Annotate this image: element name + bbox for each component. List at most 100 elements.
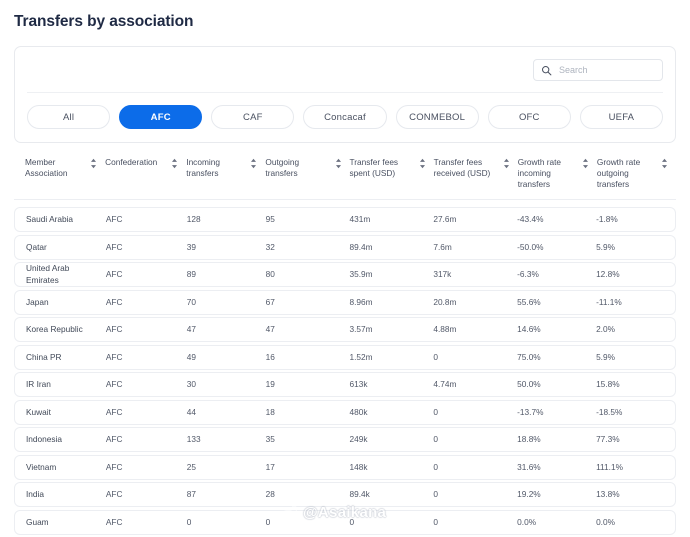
column-header-label: Transfer fees spent (USD) bbox=[350, 157, 415, 179]
table-cell: 19.2% bbox=[517, 489, 596, 500]
table-cell: 67 bbox=[266, 297, 350, 308]
table-cell: 5.9% bbox=[596, 242, 675, 253]
column-header-2[interactable]: Incoming transfers bbox=[186, 157, 265, 179]
table-cell: 89.4k bbox=[350, 489, 434, 500]
table-cell: 0 bbox=[187, 517, 266, 528]
table-cell: 2.0% bbox=[596, 324, 675, 335]
table-row[interactable]: QatarAFC393289.4m7.6m-50.0%5.9% bbox=[14, 235, 676, 260]
tab-caf[interactable]: CAF bbox=[211, 105, 294, 129]
table-row[interactable]: IR IranAFC3019613k4.74m50.0%15.8% bbox=[14, 372, 676, 397]
table-cell: AFC bbox=[106, 352, 187, 363]
table-cell: 75.0% bbox=[517, 352, 596, 363]
search-icon bbox=[541, 65, 552, 76]
table-cell: -6.3% bbox=[517, 269, 596, 280]
table-row[interactable]: GuamAFC00000.0%0.0% bbox=[14, 510, 676, 535]
sort-toggle-icon[interactable] bbox=[661, 158, 668, 169]
column-header-6[interactable]: Growth rate incoming transfers bbox=[518, 157, 597, 190]
table-cell: 27.6m bbox=[433, 214, 517, 225]
column-header-7[interactable]: Growth rate outgoing transfers bbox=[597, 157, 676, 190]
table-cell: -1.8% bbox=[596, 214, 675, 225]
sort-toggle-icon[interactable] bbox=[250, 158, 257, 169]
tab-all[interactable]: All bbox=[27, 105, 110, 129]
column-header-label: Member Association bbox=[25, 157, 86, 179]
table-cell: 50.0% bbox=[517, 379, 596, 390]
table-cell: AFC bbox=[106, 517, 187, 528]
table-cell: 7.6m bbox=[433, 242, 517, 253]
column-header-label: Outgoing transfers bbox=[265, 157, 330, 179]
column-header-label: Incoming transfers bbox=[186, 157, 246, 179]
column-header-label: Transfer fees received (USD) bbox=[434, 157, 499, 179]
table-cell: 0 bbox=[350, 517, 434, 528]
table-cell: 8.96m bbox=[350, 297, 434, 308]
column-header-0[interactable]: Member Association bbox=[14, 157, 105, 179]
sort-toggle-icon[interactable] bbox=[171, 158, 178, 169]
table-cell: 0 bbox=[266, 517, 350, 528]
confederation-tabs: All AFC CAF Concacaf CONMEBOL OFC UEFA bbox=[27, 105, 663, 129]
table-cell: 480k bbox=[350, 407, 434, 418]
table-row[interactable]: IndiaAFC872889.4k019.2%13.8% bbox=[14, 482, 676, 507]
sort-toggle-icon[interactable] bbox=[90, 158, 97, 169]
page-title: Transfers by association bbox=[0, 0, 690, 31]
table-cell: 77.3% bbox=[596, 434, 675, 445]
search-box[interactable] bbox=[533, 59, 663, 81]
table-cell: 32 bbox=[266, 242, 350, 253]
table-row[interactable]: IndonesiaAFC13335249k018.8%77.3% bbox=[14, 427, 676, 452]
table-cell: 31.6% bbox=[517, 462, 596, 473]
table-cell: 0 bbox=[433, 462, 517, 473]
table-cell: 249k bbox=[350, 434, 434, 445]
table-cell: 431m bbox=[350, 214, 434, 225]
table-cell: 5.9% bbox=[596, 352, 675, 363]
table-cell: 0 bbox=[433, 407, 517, 418]
tab-conmebol[interactable]: CONMEBOL bbox=[396, 105, 479, 129]
sort-toggle-icon[interactable] bbox=[335, 158, 342, 169]
tab-uefa[interactable]: UEFA bbox=[580, 105, 663, 129]
table-cell: 0 bbox=[433, 517, 517, 528]
table-cell: 55.6% bbox=[517, 297, 596, 308]
table-cell: AFC bbox=[106, 269, 187, 280]
table-cell: 47 bbox=[266, 324, 350, 335]
table-cell: 25 bbox=[187, 462, 266, 473]
column-header-3[interactable]: Outgoing transfers bbox=[265, 157, 349, 179]
table-cell: Korea Republic bbox=[15, 324, 106, 335]
sort-toggle-icon[interactable] bbox=[503, 158, 510, 169]
table-cell: 1.52m bbox=[350, 352, 434, 363]
table-row[interactable]: Saudi ArabiaAFC12895431m27.6m-43.4%-1.8% bbox=[14, 207, 676, 232]
table-cell: IR Iran bbox=[15, 379, 106, 390]
table-row[interactable]: JapanAFC70678.96m20.8m55.6%-11.1% bbox=[14, 290, 676, 315]
table-row[interactable]: United Arab EmiratesAFC898035.9m317k-6.3… bbox=[14, 262, 676, 287]
sort-toggle-icon[interactable] bbox=[419, 158, 426, 169]
column-header-label: Growth rate incoming transfers bbox=[518, 157, 578, 190]
table-cell: -18.5% bbox=[596, 407, 675, 418]
table-cell: -43.4% bbox=[517, 214, 596, 225]
table-row[interactable]: VietnamAFC2517148k031.6%111.1% bbox=[14, 455, 676, 480]
table-cell: 17 bbox=[266, 462, 350, 473]
table-cell: AFC bbox=[106, 462, 187, 473]
table-cell: 0.0% bbox=[596, 517, 675, 528]
table-row[interactable]: China PRAFC49161.52m075.0%5.9% bbox=[14, 345, 676, 370]
column-header-1[interactable]: Confederation bbox=[105, 157, 186, 169]
table-cell: 0 bbox=[433, 352, 517, 363]
table-cell: AFC bbox=[106, 379, 187, 390]
table-row[interactable]: KuwaitAFC4418480k0-13.7%-18.5% bbox=[14, 400, 676, 425]
sort-toggle-icon[interactable] bbox=[582, 158, 589, 169]
tab-ofc[interactable]: OFC bbox=[488, 105, 571, 129]
table-cell: Qatar bbox=[15, 242, 106, 253]
table-cell: AFC bbox=[106, 214, 187, 225]
table-cell: Guam bbox=[15, 517, 106, 528]
table-cell: Saudi Arabia bbox=[15, 214, 106, 225]
search-row bbox=[27, 59, 663, 93]
tab-concacaf[interactable]: Concacaf bbox=[303, 105, 386, 129]
column-header-4[interactable]: Transfer fees spent (USD) bbox=[350, 157, 434, 179]
column-header-5[interactable]: Transfer fees received (USD) bbox=[434, 157, 518, 179]
table-cell: 0 bbox=[433, 434, 517, 445]
table-row[interactable]: Korea RepublicAFC47473.57m4.88m14.6%2.0% bbox=[14, 317, 676, 342]
table-cell: 0 bbox=[433, 489, 517, 500]
table-cell: China PR bbox=[15, 352, 106, 363]
table-cell: AFC bbox=[106, 297, 187, 308]
table-cell: 3.57m bbox=[350, 324, 434, 335]
table-cell: AFC bbox=[106, 324, 187, 335]
search-input[interactable] bbox=[559, 65, 655, 75]
table-cell: 28 bbox=[266, 489, 350, 500]
table-cell: 39 bbox=[187, 242, 266, 253]
tab-afc[interactable]: AFC bbox=[119, 105, 202, 129]
